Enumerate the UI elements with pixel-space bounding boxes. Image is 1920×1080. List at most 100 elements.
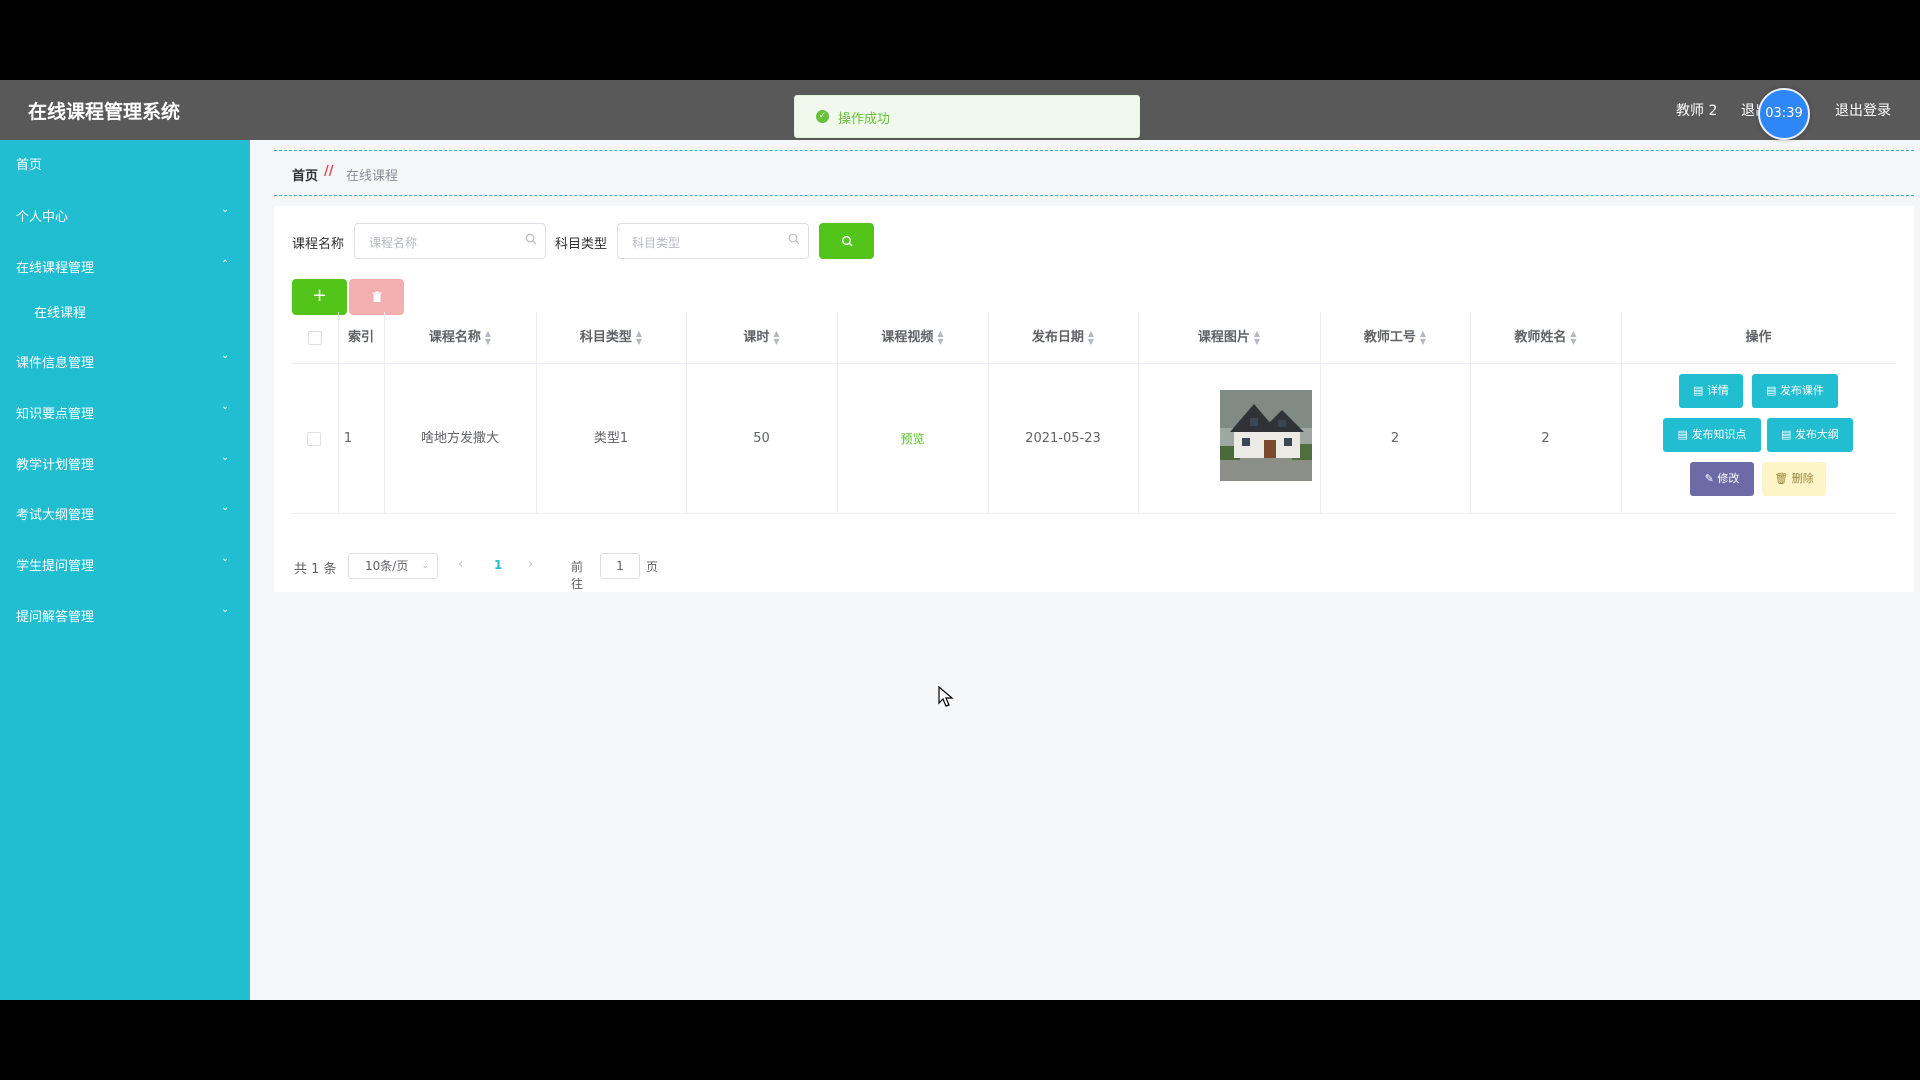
column-header-actions: 操作 [1745, 330, 1772, 345]
app-title: 在线课程管理系统 [28, 101, 181, 123]
goto-page-input[interactable]: 1 [600, 553, 640, 579]
trash-icon [372, 291, 381, 302]
sidebar-item-answer-mgmt[interactable]: 提问解答管理 ⌄ [0, 592, 250, 636]
cell-subject-type: 类型1 [593, 431, 629, 446]
cell-course-name: 啥地方发撒大 [420, 431, 499, 446]
sidebar-item-label: 学生提问管理 [16, 559, 95, 574]
check-circle-icon: ✓ [816, 110, 829, 123]
content-panel: 课程名称 课程名称 科目类型 科目类型 + 索引 课程名称 ▲ ▼ 科目类型 ▲… [274, 206, 1914, 592]
cell-index: 1 [343, 431, 353, 446]
subject-type-input[interactable]: 科目类型 [617, 223, 809, 259]
sidebar-item-label: 教学计划管理 [16, 458, 95, 473]
row-checkbox[interactable] [307, 432, 321, 446]
sidebar-item-label: 知识要点管理 [16, 407, 95, 422]
sort-icon[interactable]: ▲ ▼ [773, 329, 779, 346]
video-preview-link[interactable]: 预览 [900, 432, 924, 446]
delete-button[interactable]: 🗑 删除 [1762, 462, 1826, 496]
column-header-course-name[interactable]: 课程名称 ▲ ▼ [384, 312, 536, 364]
search-button[interactable] [819, 223, 874, 259]
detail-button[interactable]: ▤ 详情 [1679, 374, 1743, 408]
sort-icon[interactable]: ▲ ▼ [636, 329, 642, 346]
letterbox-top [0, 0, 1920, 80]
add-button[interactable]: + [292, 279, 347, 315]
goto-label: 前往 [571, 560, 584, 591]
publish-outline-button[interactable]: ▤ 发布大纲 [1767, 418, 1853, 452]
course-image-thumbnail[interactable] [1220, 390, 1312, 481]
publish-courseware-button[interactable]: ▤ 发布课件 [1752, 374, 1838, 408]
toast-message: 操作成功 [838, 112, 891, 127]
breadcrumb: 首页 // 在线课程 [274, 150, 1914, 196]
sidebar-item-knowledge-mgmt[interactable]: 知识要点管理 ⌄ [0, 389, 250, 433]
letterbox-bottom [0, 1000, 1920, 1080]
chevron-up-icon: ⌃ [221, 259, 230, 270]
pagination-total: 共 1 条 [294, 562, 337, 577]
column-header-index: 索引 [347, 330, 374, 345]
column-header-image[interactable]: 课程图片 ▲ ▼ [1138, 312, 1320, 364]
document-icon: ▤ [1693, 384, 1707, 397]
column-header-teacher-name[interactable]: 教师姓名 ▲ ▼ [1470, 312, 1621, 364]
plus-icon: + [311, 285, 328, 306]
sort-icon[interactable]: ▲ ▼ [937, 329, 943, 346]
sidebar-item-personal-center[interactable]: 个人中心 ⌄ [0, 192, 250, 236]
chevron-down-icon: ⌄ [221, 350, 230, 361]
success-toast: ✓ 操作成功 [794, 95, 1140, 138]
pencil-icon: ✎ [1704, 472, 1718, 485]
sidebar-item-home[interactable]: 首页 [0, 140, 250, 184]
chevron-down-icon: ⌄ [221, 553, 230, 564]
subject-type-placeholder: 科目类型 [632, 236, 681, 250]
breadcrumb-home[interactable]: 首页 [292, 165, 318, 184]
sidebar-item-online-course[interactable]: 在线课程 [0, 288, 250, 332]
sidebar-item-label: 课件信息管理 [16, 356, 95, 371]
document-icon: ▤ [1781, 428, 1795, 441]
sidebar-item-label: 在线课程管理 [16, 261, 95, 276]
breadcrumb-current: 在线课程 [346, 169, 399, 184]
search-icon [525, 233, 537, 245]
chevron-down-icon: ⌄ [221, 401, 230, 412]
prev-page-button[interactable]: ‹ [458, 557, 463, 572]
sidebar-item-label: 在线课程 [34, 306, 87, 321]
app-window: 在线课程管理系统 教师 2 退出 03:39 退出登录 ✓ 操作成功 首页 个人… [0, 80, 1920, 1000]
document-icon: ▤ [1677, 428, 1692, 441]
sort-icon[interactable]: ▲ ▼ [485, 329, 491, 346]
goto-suffix: 页 [646, 560, 659, 574]
sidebar: 首页 个人中心 ⌄ 在线课程管理 ⌃ 在线课程 课件信息管理 ⌄ 知识要点管理 … [0, 140, 250, 1000]
table-header: 索引 课程名称 ▲ ▼ 科目类型 ▲ ▼ 课时 ▲ ▼ 课程视频 ▲ ▼ 发布日期 ▲ ▼ 课程图片… [292, 312, 1896, 364]
subject-type-label: 科目类型 [555, 237, 608, 252]
sidebar-item-courseware-mgmt[interactable]: 课件信息管理 ⌄ [0, 338, 250, 382]
exit-link[interactable]: 退出 [1741, 100, 1759, 120]
table-row: 1 啥地方发撒大 类型1 50 预览 2021-05-23 2 2 ▤ 详情 ▤… [292, 364, 1896, 514]
chevron-down-icon: ⌄ [421, 561, 429, 571]
next-page-button[interactable]: › [528, 557, 533, 572]
sidebar-item-label: 个人中心 [16, 210, 69, 225]
sidebar-item-label: 考试大纲管理 [16, 508, 95, 523]
sort-icon[interactable]: ▲ ▼ [1088, 329, 1094, 346]
select-all-checkbox[interactable] [308, 331, 322, 345]
sidebar-item-exam-outline-mgmt[interactable]: 考试大纲管理 ⌄ [0, 490, 250, 534]
page-number-current[interactable]: 1 [494, 558, 502, 572]
page-size-select[interactable]: 10条/页 ⌄ [348, 553, 438, 579]
sidebar-item-online-course-mgmt[interactable]: 在线课程管理 ⌃ [0, 243, 250, 287]
sidebar-item-student-question-mgmt[interactable]: 学生提问管理 ⌄ [0, 541, 250, 585]
column-header-teacher-id[interactable]: 教师工号 ▲ ▼ [1320, 312, 1470, 364]
sort-icon[interactable]: ▲ ▼ [1420, 329, 1426, 346]
column-header-date[interactable]: 发布日期 ▲ ▼ [988, 312, 1138, 364]
cell-teacher-id: 2 [1390, 431, 1400, 446]
cell-teacher-name: 2 [1541, 431, 1550, 446]
sidebar-item-label: 首页 [16, 158, 43, 173]
sidebar-item-teaching-plan-mgmt[interactable]: 教学计划管理 ⌄ [0, 440, 250, 484]
current-user: 教师 2 [1676, 103, 1718, 119]
course-name-placeholder: 课程名称 [369, 236, 418, 250]
search-icon [788, 233, 800, 245]
column-header-subject-type[interactable]: 科目类型 ▲ ▼ [536, 312, 686, 364]
batch-delete-button[interactable] [349, 279, 404, 315]
trash-icon: 🗑 [1774, 472, 1792, 485]
chevron-down-icon: ⌄ [221, 604, 230, 615]
edit-button[interactable]: ✎ 修改 [1690, 462, 1754, 496]
sort-icon[interactable]: ▲ ▼ [1254, 329, 1260, 346]
course-name-input[interactable]: 课程名称 [354, 223, 546, 259]
column-header-hours[interactable]: 课时 ▲ ▼ [686, 312, 837, 364]
column-header-video[interactable]: 课程视频 ▲ ▼ [837, 312, 988, 364]
publish-knowledge-button[interactable]: ▤ 发布知识点 [1663, 418, 1761, 452]
logout-link[interactable]: 退出登录 [1835, 100, 1891, 120]
sort-icon[interactable]: ▲ ▼ [1570, 329, 1576, 346]
